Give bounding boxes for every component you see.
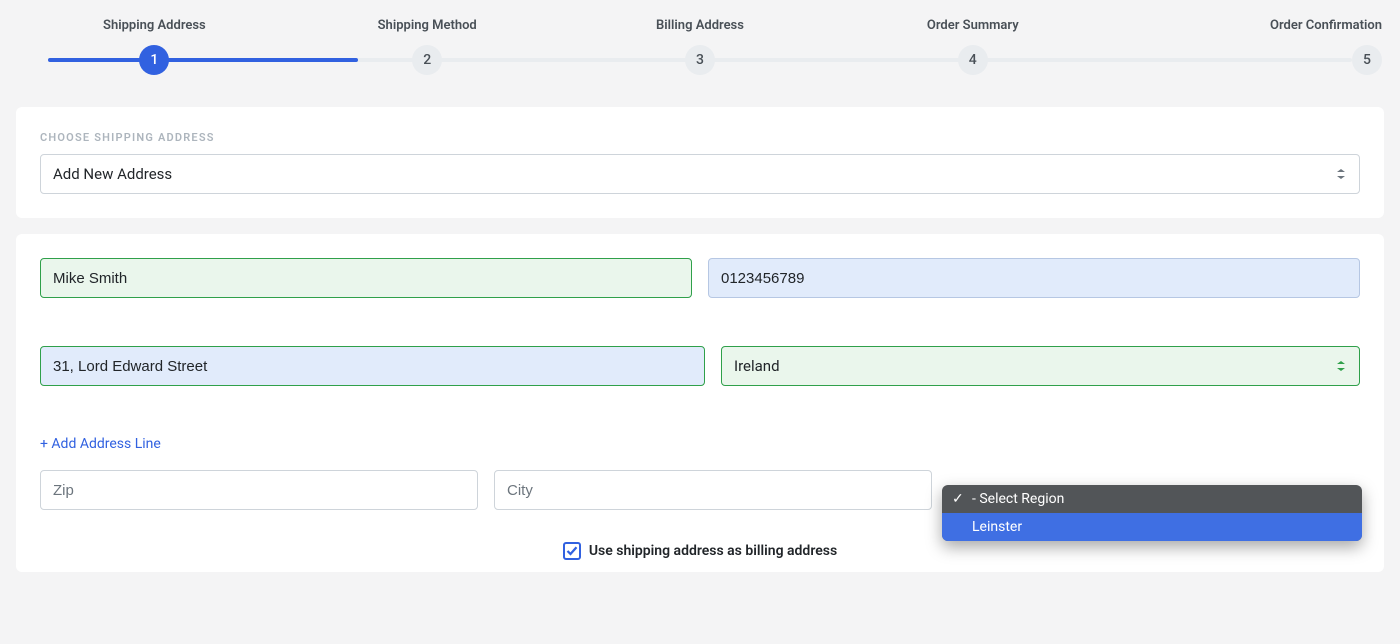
chevron-updown-icon xyxy=(1333,166,1349,182)
billing-same-as-shipping-row: Use shipping address as billing address xyxy=(40,542,1360,560)
add-address-line-link[interactable]: + Add Address Line xyxy=(40,436,161,452)
phone-field-wrapper xyxy=(708,258,1360,298)
country-select[interactable]: Ireland xyxy=(721,346,1360,386)
step-label: Order Confirmation xyxy=(1270,18,1382,33)
step-label: Shipping Method xyxy=(378,18,477,33)
zip-input[interactable] xyxy=(53,471,465,509)
step-label: Shipping Address xyxy=(103,18,206,33)
billing-same-checkbox[interactable] xyxy=(563,542,581,560)
step-order-confirmation[interactable]: Order Confirmation 5 xyxy=(1109,18,1382,75)
step-order-summary[interactable]: Order Summary 4 xyxy=(836,18,1109,75)
step-label: Billing Address xyxy=(656,18,744,33)
region-select-wrapper: - Select Region ✓ - Select Region Leinst… xyxy=(948,470,1360,510)
step-number: 2 xyxy=(412,45,442,75)
name-field-wrapper xyxy=(40,258,692,298)
region-option-placeholder[interactable]: ✓ - Select Region xyxy=(942,485,1362,513)
country-select-wrapper: Ireland xyxy=(721,346,1360,386)
city-input[interactable] xyxy=(507,471,919,509)
checkout-stepper: Shipping Address 1 Shipping Method 2 Bil… xyxy=(0,0,1400,91)
phone-input[interactable] xyxy=(721,259,1347,297)
region-option-label: - Select Region xyxy=(972,491,1064,507)
step-shipping-method[interactable]: Shipping Method 2 xyxy=(291,18,564,75)
choose-address-card: CHOOSE SHIPPING ADDRESS Add New Address xyxy=(16,107,1384,218)
stepper-progress xyxy=(48,58,358,62)
step-number: 1 xyxy=(139,45,169,75)
billing-same-label: Use shipping address as billing address xyxy=(589,543,837,559)
step-billing-address[interactable]: Billing Address 3 xyxy=(564,18,837,75)
chevron-updown-icon xyxy=(1333,358,1349,374)
step-label: Order Summary xyxy=(927,18,1019,33)
step-shipping-address[interactable]: Shipping Address 1 xyxy=(18,18,291,75)
region-option-leinster[interactable]: Leinster xyxy=(942,513,1362,541)
check-icon xyxy=(566,545,578,557)
step-number: 4 xyxy=(958,45,988,75)
city-field-wrapper xyxy=(494,470,932,510)
zip-field-wrapper xyxy=(40,470,478,510)
street-field-wrapper xyxy=(40,346,705,386)
shipping-address-form: Ireland + Add Address Line - Select Regi… xyxy=(16,234,1384,572)
region-option-label: Leinster xyxy=(972,519,1022,535)
region-dropdown: ✓ - Select Region Leinster xyxy=(942,485,1362,541)
check-icon: ✓ xyxy=(952,491,968,507)
step-number: 5 xyxy=(1352,45,1382,75)
country-select-value: Ireland xyxy=(734,357,780,375)
street-input[interactable] xyxy=(53,347,692,385)
address-select-value: Add New Address xyxy=(53,165,172,183)
step-number: 3 xyxy=(685,45,715,75)
address-select[interactable]: Add New Address xyxy=(40,154,1360,194)
section-title: CHOOSE SHIPPING ADDRESS xyxy=(40,131,1360,144)
name-input[interactable] xyxy=(53,259,679,297)
